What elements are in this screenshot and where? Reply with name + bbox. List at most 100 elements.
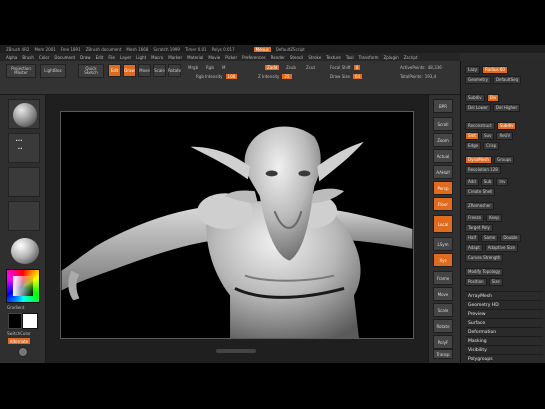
rotate-button[interactable]: Rotate (168, 64, 181, 77)
rgb-toggle[interactable]: Rgb (206, 64, 214, 70)
bpr-button[interactable]: BPR (433, 99, 453, 113)
move-button[interactable]: Move (138, 64, 151, 77)
groups-button[interactable]: Groups (493, 155, 515, 164)
color-picker[interactable] (6, 269, 40, 303)
frame-button[interactable]: Frame (433, 271, 453, 285)
persp-button[interactable]: Persp (433, 181, 453, 195)
freeze-button[interactable]: Freeze (465, 213, 485, 222)
projection-master-button[interactable]: Projection Master (6, 64, 36, 78)
del-lower-button[interactable]: Del Lower (465, 103, 491, 112)
menu-stroke[interactable]: Stroke (308, 55, 321, 60)
edit-button[interactable]: Edit (108, 64, 121, 77)
same-button[interactable]: Same (480, 233, 499, 242)
create-shell-button[interactable]: Create Shell (465, 187, 496, 196)
menu-texture[interactable]: Texture (326, 55, 341, 60)
m-toggle[interactable]: M (222, 64, 225, 70)
switch-color-label[interactable]: SwitchColor (7, 331, 31, 336)
reuv-button[interactable]: ReUV (496, 131, 514, 140)
edge-button[interactable]: Edge (465, 141, 482, 150)
menu-tool[interactable]: Tool (346, 55, 354, 60)
rgb-intensity-slider[interactable]: Rgb Intensity 100 (196, 73, 238, 79)
scale-view-button[interactable]: Scale (433, 303, 453, 317)
zcut-toggle[interactable]: Zcut (306, 64, 315, 70)
curves-strength-slider[interactable]: Curves Strength (465, 253, 504, 262)
add-button[interactable]: Add (465, 177, 479, 186)
menu-material[interactable]: Material (187, 55, 203, 60)
draw-button[interactable]: Draw (123, 64, 136, 77)
actual-button[interactable]: Actual (433, 149, 453, 163)
canvas-scrollbar[interactable] (216, 349, 256, 353)
radius-slider[interactable]: Radius 60 (482, 65, 508, 74)
double-button[interactable]: Double (500, 233, 521, 242)
draw-size-slider[interactable]: Draw Size 64 (330, 73, 363, 79)
menu-document[interactable]: Document (54, 55, 75, 60)
menu-brush[interactable]: Brush (22, 55, 34, 60)
menu-zscript[interactable]: Zscript (404, 55, 418, 60)
rotate-view-button[interactable]: Rotate (433, 319, 453, 333)
default-seq-button[interactable]: DefaultSeq (492, 75, 522, 84)
document-canvas[interactable] (60, 111, 414, 339)
secondary-color-swatch[interactable] (8, 313, 22, 329)
position-button[interactable]: Position (465, 277, 487, 286)
brush-selector[interactable] (8, 99, 40, 129)
menu-stencil[interactable]: Stencil (290, 55, 304, 60)
smt-button[interactable]: Smt (465, 131, 480, 140)
sub-button[interactable]: Sub (480, 177, 495, 186)
reconstruct-subdiv-button[interactable]: Subdiv (496, 121, 517, 130)
menu-draw[interactable]: Draw (80, 55, 90, 60)
alternate-button[interactable]: Alternate (8, 338, 30, 344)
section-geometry-hd[interactable]: Geometry HD (465, 300, 543, 309)
zremesher-button[interactable]: ZRemesher (465, 201, 494, 210)
menu-movie[interactable]: Movie (208, 55, 220, 60)
section-visibility[interactable]: Visibility (465, 345, 543, 354)
section-deformation[interactable]: Deformation (465, 327, 543, 336)
menu-light[interactable]: Light (136, 55, 146, 60)
xyz-button[interactable]: Xyz (433, 253, 453, 267)
lsym-button[interactable]: LSym (433, 237, 453, 251)
menu-color[interactable]: Color (39, 55, 49, 60)
geometry-button[interactable]: Geometry (465, 75, 491, 84)
zadd-toggle[interactable]: Zadd (262, 64, 280, 70)
move-view-button[interactable]: Move (433, 287, 453, 301)
mrgb-toggle[interactable]: Mrgb (188, 64, 198, 70)
div-slider[interactable]: Div (486, 93, 500, 102)
target-poly-slider[interactable]: Target Poly (465, 223, 493, 232)
alpha-selector[interactable] (8, 167, 40, 197)
menu-preferences[interactable]: Preferences (242, 55, 266, 60)
section-arraymesh[interactable]: ArrayMesh (465, 291, 543, 300)
stroke-selector[interactable]: · · · · · (8, 133, 40, 163)
section-surface[interactable]: Surface (465, 318, 543, 327)
section-polygroups[interactable]: Polygroups (465, 354, 543, 363)
default-zscript-label[interactable]: DefaultZScript (276, 47, 305, 52)
focal-shift-slider[interactable]: Focal Shift 0 (330, 64, 361, 70)
zoom-button[interactable]: Zoom (433, 133, 453, 147)
scale-button[interactable]: Scale (153, 64, 166, 77)
inv-button[interactable]: Inv (496, 177, 509, 186)
dynamesh-button[interactable]: DynaMesh (465, 155, 492, 164)
suv-button[interactable]: Suv (481, 131, 495, 140)
size-button[interactable]: Size (488, 277, 503, 286)
floor-button[interactable]: Floor (433, 197, 453, 211)
menu-marker[interactable]: Marker (168, 55, 182, 60)
modify-topology-button[interactable]: Modify Topology (465, 267, 504, 276)
menu-layer[interactable]: Layer (120, 55, 131, 60)
main-color-swatch[interactable] (22, 313, 38, 329)
subdiv-button[interactable]: Subdiv (465, 93, 485, 102)
lazy-button[interactable]: Lazy (465, 65, 481, 74)
lightbox-button[interactable]: LightBox (40, 64, 66, 78)
menu-edit[interactable]: Edit (96, 55, 104, 60)
reconstruct-button[interactable]: Reconstruct (465, 121, 495, 130)
menu-macro[interactable]: Macro (151, 55, 163, 60)
adaptive-size-slider[interactable]: Adaptive Size (484, 243, 518, 252)
quick-sketch-button[interactable]: Quick Sketch (78, 64, 104, 78)
menu-zplugin[interactable]: Zplugin (384, 55, 399, 60)
half-button[interactable]: Half (465, 233, 479, 242)
z-intensity-slider[interactable]: Z Intensity 25 (258, 73, 292, 79)
del-higher-button[interactable]: Del Higher (492, 103, 521, 112)
polyf-button[interactable]: PolyF (433, 335, 453, 349)
record-icon[interactable] (18, 347, 28, 357)
zsub-toggle[interactable]: Zsub (286, 64, 296, 70)
menu-render[interactable]: Render (271, 55, 285, 60)
menu-alpha[interactable]: Alpha (6, 55, 17, 60)
transp-button[interactable]: Transp (433, 349, 453, 359)
